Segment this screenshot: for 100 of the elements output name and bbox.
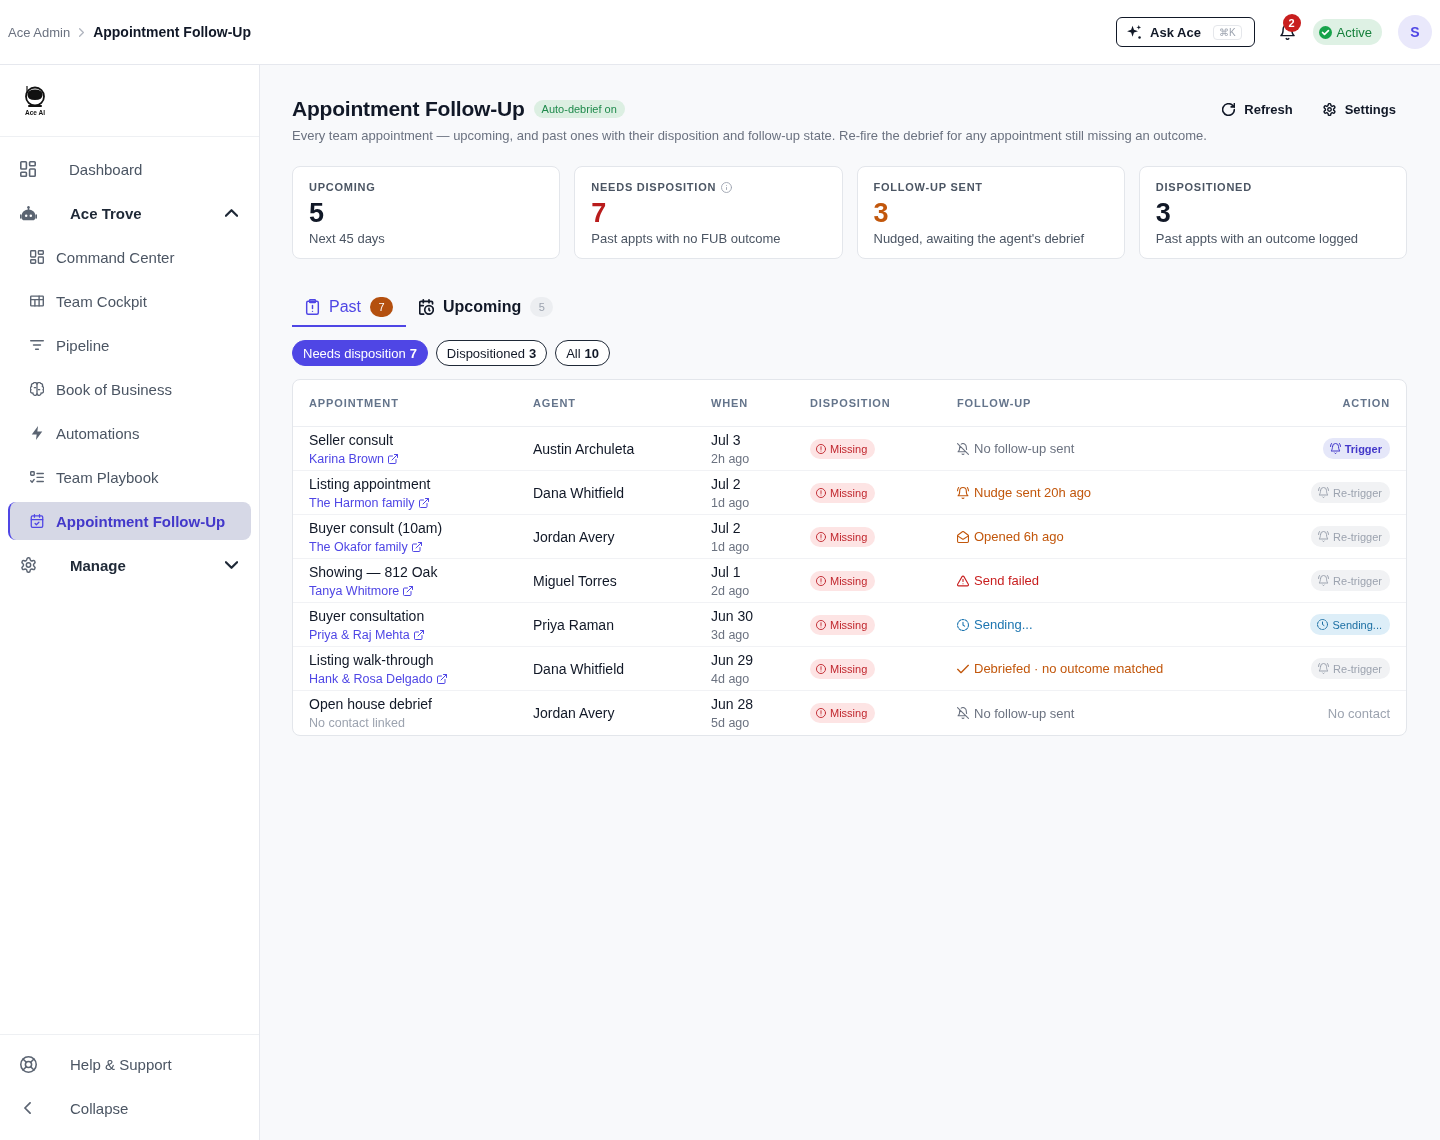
helmet-logo-icon [25, 85, 45, 107]
grid-icon [30, 250, 44, 264]
contact-link[interactable]: Karina Brown [309, 449, 399, 468]
sidebar-item[interactable]: Command Center [8, 238, 251, 276]
page-description: Every team appointment — upcoming, and past ones with their disposition and follow-up state. Re-fire the debrief for any appointment still missing an outcome. [292, 128, 1208, 143]
relative-time: 1d ago [711, 494, 750, 512]
bell-off-icon [957, 707, 969, 719]
sidebar-item[interactable]: Automations [8, 414, 251, 452]
lifebuoy-icon [20, 1055, 37, 1073]
appointment-date: Jun 28 [711, 695, 754, 714]
stat-caption: Next 45 days [309, 231, 386, 246]
appointment-date: Jul 2 [711, 518, 741, 538]
sidebar-item[interactable]: Help & Support [0, 1042, 259, 1086]
sidebar-item[interactable]: Team Cockpit [8, 282, 251, 320]
contact-link[interactable]: The Harmon family [309, 493, 429, 512]
bell-ring-icon [957, 486, 969, 499]
follow-up-status: Sending... [974, 617, 1033, 632]
contact-link[interactable]: The Okafor family [309, 537, 422, 556]
trigger-button[interactable]: Trigger [1322, 438, 1390, 459]
grid-icon [20, 161, 36, 177]
disposition-label: Missing [830, 707, 868, 719]
alert-circle-icon [816, 708, 826, 718]
shortcut-hint: ⌘K [1212, 24, 1242, 40]
appointment-title: Open house debrief [309, 695, 432, 714]
stat-caption: Nudged, awaiting the agent's debrief [873, 231, 1086, 246]
follow-up-status: Send failed [974, 573, 1040, 588]
contact-link[interactable]: Tanya Whitmore [309, 581, 414, 600]
relative-time: 5d ago [711, 715, 750, 732]
sidebar-item[interactable]: Pipeline [8, 326, 251, 364]
sidebar-group[interactable]: Ace Trove [0, 191, 259, 235]
disposition-label: Missing [830, 574, 868, 587]
agent-name: Dana Whitfield [533, 660, 626, 677]
column-header: AGENT [533, 397, 577, 409]
disposition-label: Missing [830, 442, 868, 455]
contact-link[interactable]: Priya & Raj Mehta [309, 625, 424, 644]
external-link-icon [388, 453, 399, 464]
disposition-label: Missing [830, 662, 868, 675]
alert-circle-icon [816, 575, 826, 586]
appointment-title: Listing walk-through [309, 650, 434, 670]
checkmark-icon [957, 662, 969, 675]
appointment-date: Jul 2 [711, 474, 741, 494]
appointment-date: Jul 3 [711, 430, 741, 450]
appointment-title: Listing appointment [309, 474, 431, 494]
envelope-open-icon [957, 530, 969, 543]
stat-value: 5 [309, 198, 326, 228]
appointment-title: Showing — 812 Oak [309, 562, 438, 582]
external-link-icon [418, 497, 429, 508]
bell-ring-icon [1329, 443, 1341, 454]
sidebar-group[interactable]: Manage [0, 543, 259, 587]
disposition-label: Missing [830, 530, 868, 543]
status-badge: Auto-debrief on [533, 100, 625, 118]
tab[interactable]: Upcoming 5 [406, 289, 567, 327]
bell-ring-icon [1318, 487, 1330, 498]
sidebar-item[interactable]: Team Playbook [8, 458, 251, 496]
appointment-title: Seller consult [309, 430, 394, 450]
agent-name: Priya Raman [533, 616, 615, 633]
contact-link[interactable]: Hank & Rosa Delgado [309, 669, 447, 688]
breadcrumb-link[interactable]: Ace Admin [8, 24, 71, 40]
disposition-label: Missing [830, 486, 868, 499]
relative-time: 2d ago [711, 582, 750, 600]
appointment-title: Buyer consultation [309, 606, 425, 626]
settings-icon [1322, 102, 1336, 116]
bell-off-icon [957, 442, 969, 455]
follow-up-status: Nudge sent 20h ago [974, 485, 1092, 500]
external-link-icon [413, 629, 424, 640]
user-avatar[interactable]: S [1398, 15, 1432, 49]
clipboard-alert-icon [305, 299, 320, 315]
sidebar-item[interactable]: Dashboard [0, 147, 259, 191]
refresh-button[interactable]: Refresh [1222, 101, 1293, 117]
table-icon [30, 294, 44, 308]
checklist-icon [30, 470, 44, 484]
agent-name: Jordan Avery [533, 705, 616, 721]
filter-chip[interactable]: Needs disposition 7 [292, 340, 428, 366]
settings-button[interactable]: Settings [1322, 101, 1396, 117]
check-circle-icon [1318, 25, 1332, 39]
agent-name: Austin Archuleta [533, 440, 636, 457]
appointment-title: Buyer consult (10am) [309, 518, 443, 538]
status-button[interactable]: Active [1312, 19, 1382, 45]
tab[interactable]: Past 7 [292, 289, 406, 327]
ask-ace-button[interactable]: Ask Ace ⌘K [1116, 17, 1255, 47]
count-badge: 5 [530, 297, 554, 317]
chevron-right-icon [79, 27, 85, 37]
bell-ring-icon [1318, 531, 1330, 542]
alert-circle-icon [816, 663, 826, 674]
filter-chip[interactable]: Dispositioned 3 [435, 340, 548, 366]
follow-up-status: Debriefed · no outcome matched [974, 661, 1164, 676]
alert-circle-icon [816, 619, 826, 630]
sidebar-item[interactable]: Collapse [0, 1086, 259, 1130]
disposition-label: Missing [830, 618, 868, 631]
external-link-icon [411, 541, 422, 552]
stat-value: 3 [1155, 198, 1172, 228]
calendar-check-icon [30, 514, 44, 528]
sidebar-item[interactable]: Book of Business [8, 370, 251, 408]
relative-time: 4d ago [711, 670, 750, 688]
sidebar-item[interactable]: Appointment Follow-Up [8, 502, 251, 540]
stat-caption: Past appts with no FUB outcome [591, 231, 782, 246]
filter-chip[interactable]: All 10 [555, 340, 611, 366]
sparkle-icon [1127, 25, 1143, 39]
sending-button[interactable]: Sending... [1310, 614, 1390, 635]
bell-ring-icon [1318, 575, 1330, 586]
